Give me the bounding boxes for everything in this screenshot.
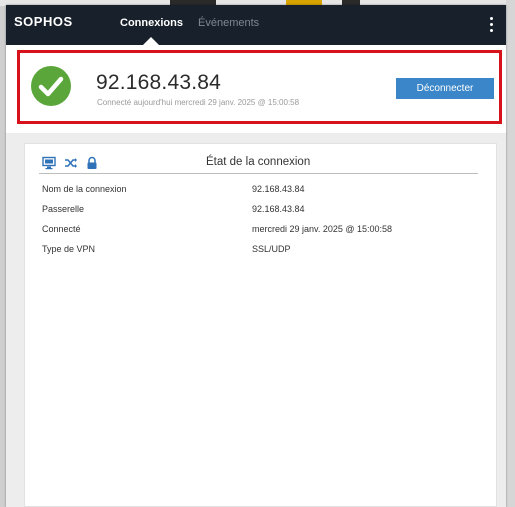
detail-label: Passerelle (42, 204, 85, 214)
detail-value: 92.168.43.84 (252, 204, 305, 214)
detail-label: Connecté (42, 224, 81, 234)
active-tab-indicator (143, 37, 159, 45)
detail-label: Nom de la connexion (42, 184, 127, 194)
sophos-logo: SOPHOS (14, 14, 73, 29)
connection-title: 92.168.43.84 (96, 71, 222, 94)
detail-value: mercredi 29 janv. 2025 @ 15:00:58 (252, 224, 393, 234)
detail-label: Type de VPN (42, 244, 96, 254)
monitor-icon[interactable] (42, 156, 56, 170)
shuffle-icon[interactable] (64, 156, 78, 170)
connected-since-text: Connecté aujourd'hui mercredi 29 janv. 2… (97, 98, 300, 107)
background-window-edge-right (506, 0, 515, 507)
lock-icon[interactable] (85, 156, 99, 170)
disconnect-button[interactable]: Déconnecter (396, 78, 494, 99)
tab-evenements[interactable]: Événements (198, 17, 259, 29)
vertical-ellipsis-icon[interactable] (486, 15, 498, 35)
connection-details-panel: État de la connexion Nom de la connexion… (24, 143, 497, 507)
app-header: SOPHOS Connexions Événements (6, 5, 506, 45)
sophos-connect-window: SOPHOS Connexions Événements 92.168.43.8… (6, 5, 506, 507)
panel-divider (39, 173, 478, 174)
panel-title: État de la connexion (206, 156, 311, 168)
detail-value: SSL/UDP (252, 244, 291, 254)
detail-value: 92.168.43.84 (252, 184, 305, 194)
check-circle-icon (31, 66, 71, 106)
tab-connexions[interactable]: Connexions (120, 17, 183, 29)
